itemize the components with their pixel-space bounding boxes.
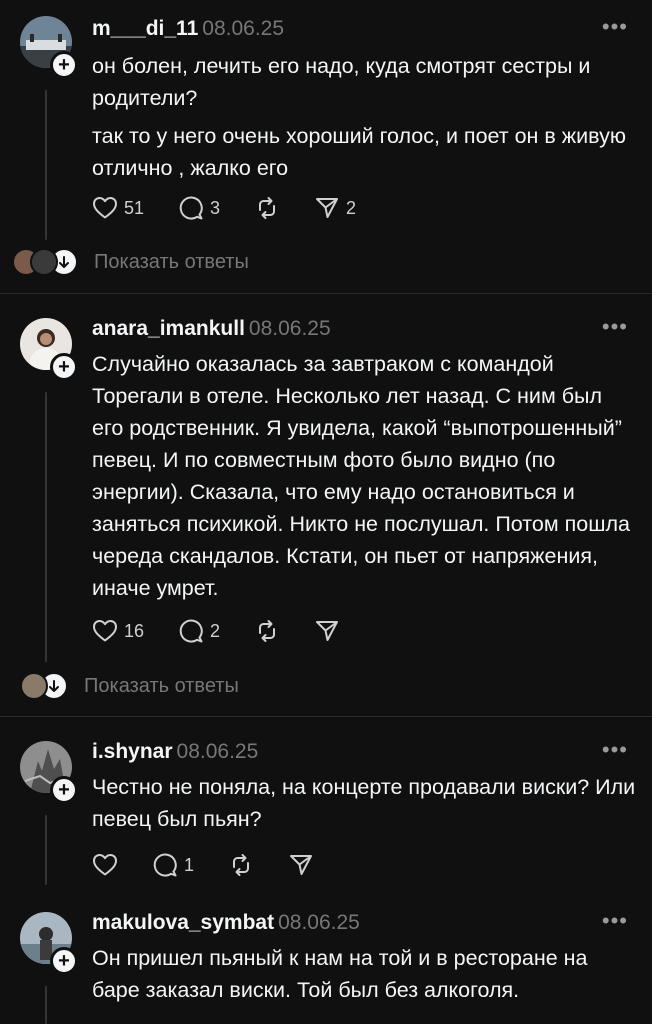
- comment-count: 2: [210, 620, 221, 641]
- like-count: 51: [124, 197, 145, 218]
- username-text[interactable]: anara_imankull: [92, 317, 245, 340]
- post-paragraph: Честно не поняла, на концерте продавали …: [92, 775, 636, 831]
- thread-line: [45, 392, 47, 662]
- post-2: + anara_imankull 08.06.25 ••• Случайно ок…: [0, 294, 652, 716]
- post-date: 08.06.25: [248, 317, 331, 340]
- post-date: 08.06.25: [278, 911, 360, 934]
- follow-plus-button[interactable]: +: [50, 947, 78, 975]
- repost-button[interactable]: [254, 195, 280, 221]
- like-button[interactable]: [92, 853, 118, 877]
- post-4: + makulova_symbat 08.06.25 ••• Он пришел …: [0, 890, 652, 1024]
- comment-button[interactable]: 2: [178, 618, 220, 644]
- repost-icon: [259, 620, 276, 642]
- heart-icon: [93, 620, 117, 642]
- more-icon[interactable]: •••: [602, 908, 628, 934]
- post-body: Случайно оказалась за завтраком с команд…: [92, 348, 636, 604]
- share-icon: [316, 198, 339, 218]
- show-replies-label[interactable]: Показать ответы: [84, 675, 239, 698]
- repost-icon: [233, 854, 250, 876]
- post-1: + m___di_11 08.06.25 ••• он болен, лечить…: [0, 0, 652, 290]
- heart-icon: [93, 854, 117, 876]
- reply-avatar: [20, 672, 48, 700]
- show-replies-label[interactable]: Показать ответы: [94, 251, 249, 274]
- share-button[interactable]: [288, 852, 314, 878]
- username[interactable]: anara_imankull 08.06.25: [92, 317, 331, 341]
- like-button[interactable]: 16: [92, 619, 144, 643]
- post-actions: 16 2: [92, 616, 374, 646]
- more-icon[interactable]: •••: [602, 14, 628, 40]
- show-replies-button[interactable]: Показать ответы: [20, 672, 239, 700]
- repost-icon: [259, 197, 276, 219]
- show-replies-button[interactable]: Показать ответы: [12, 248, 249, 276]
- share-icon: [316, 621, 339, 641]
- repost-button[interactable]: [228, 852, 254, 878]
- more-icon[interactable]: •••: [602, 314, 628, 340]
- comment-button[interactable]: 3: [178, 195, 220, 221]
- comment-icon: [179, 196, 203, 220]
- post-body: Он пришел пьяный к нам на той и в рестор…: [92, 942, 636, 1006]
- post-body: Честно не поняла, на концерте продавали …: [92, 771, 636, 835]
- share-button[interactable]: [314, 618, 340, 644]
- username[interactable]: makulova_symbat 08.06.25: [92, 911, 360, 935]
- comment-count: 3: [210, 197, 221, 218]
- post-paragraph: Случайно оказалась за завтраком с команд…: [92, 352, 630, 600]
- comment-count: 1: [184, 854, 195, 875]
- follow-plus-button[interactable]: +: [50, 353, 78, 381]
- share-icon: [290, 855, 313, 875]
- post-date: 08.06.25: [176, 740, 259, 763]
- follow-plus-button[interactable]: +: [50, 51, 78, 79]
- username[interactable]: i.shynar 08.06.25: [92, 740, 258, 764]
- heart-icon: [93, 197, 117, 219]
- post-actions: 1: [92, 850, 348, 880]
- share-count: 2: [346, 197, 357, 218]
- repost-button[interactable]: [254, 618, 280, 644]
- post-paragraph: он болен, лечить его надо, куда смотрят …: [92, 54, 591, 110]
- comment-icon: [153, 853, 177, 877]
- share-button[interactable]: 2: [314, 195, 356, 221]
- post-paragraph: так то у него очень хороший голос, и пое…: [92, 124, 627, 180]
- post-3: + i.shynar 08.06.25 ••• Честно не поняла,…: [0, 717, 652, 897]
- post-body: он болен, лечить его надо, куда смотрят …: [92, 50, 636, 184]
- post-date: 08.06.25: [202, 17, 285, 40]
- username-text[interactable]: i.shynar: [92, 740, 173, 763]
- comment-button[interactable]: 1: [152, 852, 194, 878]
- thread-line: [45, 986, 47, 1024]
- more-icon[interactable]: •••: [602, 737, 628, 763]
- username[interactable]: m___di_11 08.06.25: [92, 17, 284, 41]
- follow-plus-button[interactable]: +: [50, 776, 78, 804]
- like-count: 16: [124, 620, 145, 641]
- comment-icon: [179, 619, 203, 643]
- reply-avatar: [30, 248, 58, 276]
- post-paragraph: Он пришел пьяный к нам на той и в рестор…: [92, 946, 588, 1002]
- thread-line: [45, 90, 47, 240]
- username-text[interactable]: makulova_symbat: [92, 911, 274, 934]
- username-text[interactable]: m___di_11: [92, 17, 198, 40]
- like-button[interactable]: 51: [92, 196, 144, 220]
- thread-line: [45, 815, 47, 885]
- post-actions: 51 3 2: [92, 193, 390, 223]
